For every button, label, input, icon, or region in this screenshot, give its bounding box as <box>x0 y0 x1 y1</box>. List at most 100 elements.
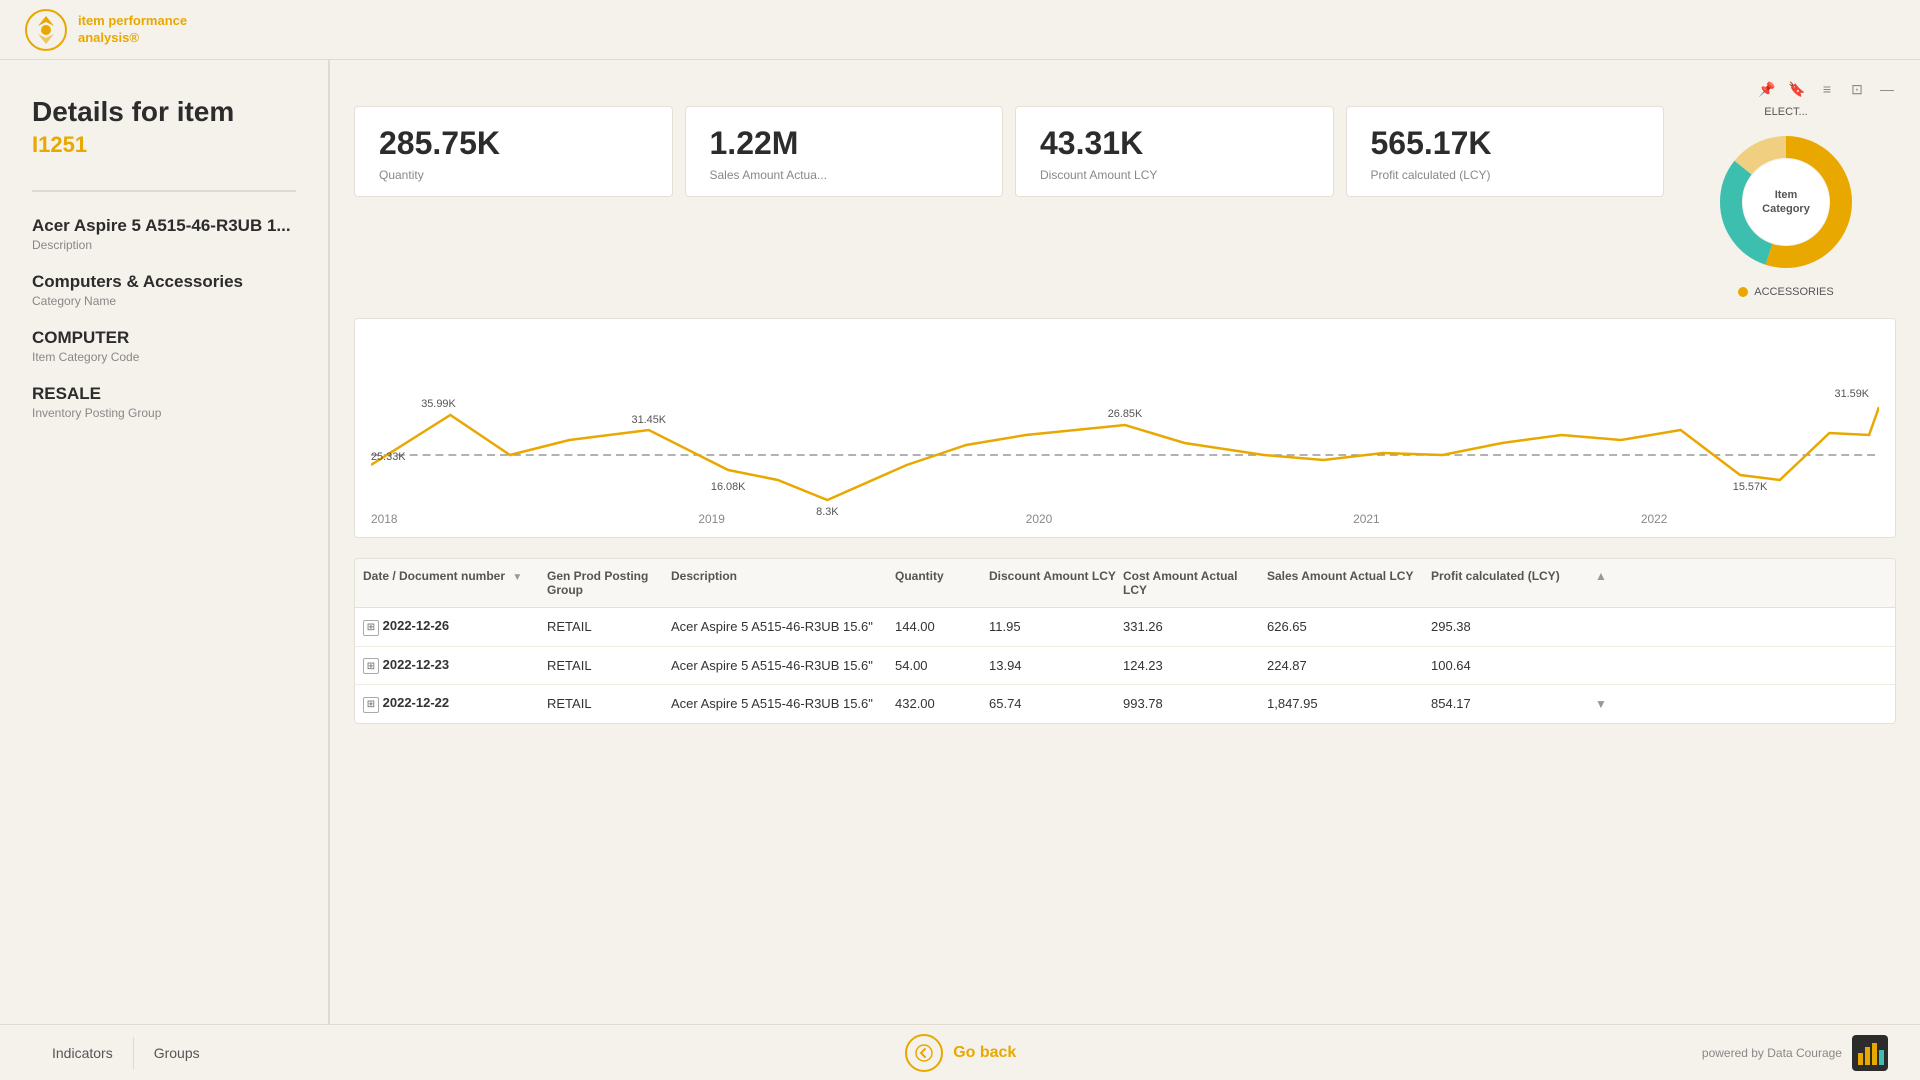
sidebar-description: Acer Aspire 5 A515-46-R3UB 1... Descript… <box>32 216 296 252</box>
line-chart-svg: 25.33K 35.99K 31.45K 16.08K 8.3K 26.85K … <box>371 335 1879 525</box>
cell-profit-3: 854.17 <box>1431 696 1591 711</box>
cell-qty-1: 144.00 <box>895 619 985 634</box>
kpi-sales-value: 1.22M <box>710 125 979 162</box>
cell-cost-2: 124.23 <box>1123 658 1263 673</box>
sidebar-category: Computers & Accessories Category Name <box>32 272 296 308</box>
cell-disc-3: 65.74 <box>989 696 1119 711</box>
category-code-value: COMPUTER <box>32 328 296 348</box>
row-expand-1[interactable]: ⊞ <box>363 620 379 636</box>
row-expand-2[interactable]: ⊞ <box>363 658 379 674</box>
go-back-label: Go back <box>953 1044 1016 1062</box>
kpi-sales-label: Sales Amount Actua... <box>710 168 979 182</box>
toolbar: 📌 🔖 ≡ ⊡ — <box>354 80 1896 98</box>
kpi-discount-label: Discount Amount LCY <box>1040 168 1309 182</box>
footer-nav: Indicators Groups <box>32 1037 220 1069</box>
line-chart-area: 25.33K 35.99K 31.45K 16.08K 8.3K 26.85K … <box>354 318 1896 538</box>
cell-cost-1: 331.26 <box>1123 619 1263 634</box>
svg-text:31.59K: 31.59K <box>1835 388 1870 400</box>
cell-scroll-3: ▼ <box>1595 696 1625 711</box>
sidebar-category-code: COMPUTER Item Category Code <box>32 328 296 364</box>
table-row: ⊞ 2022-12-23 RETAIL Acer Aspire 5 A515-4… <box>355 647 1895 686</box>
cell-profit-2: 100.64 <box>1431 658 1591 673</box>
svg-text:35.99K: 35.99K <box>421 398 456 410</box>
logo: item performance analysis® <box>24 8 187 52</box>
svg-text:8.3K: 8.3K <box>816 506 839 518</box>
cell-gen-1: RETAIL <box>547 619 667 634</box>
kpi-sales: 1.22M Sales Amount Actua... <box>685 106 1004 197</box>
logo-text: item performance analysis® <box>78 13 187 47</box>
svg-text:2022: 2022 <box>1641 512 1668 525</box>
description-value: Acer Aspire 5 A515-46-R3UB 1... <box>32 216 296 236</box>
category-value: Computers & Accessories <box>32 272 296 292</box>
svg-text:Item: Item <box>1775 189 1798 201</box>
sidebar: Details for item I1251 Acer Aspire 5 A51… <box>0 60 330 1024</box>
donut-label-bottom: ACCESSORIES <box>1754 286 1833 298</box>
category-label: Category Name <box>32 294 296 308</box>
footer: Indicators Groups Go back powered by Dat… <box>0 1024 1920 1080</box>
svg-text:31.45K: 31.45K <box>632 414 667 426</box>
svg-text:25.33K: 25.33K <box>371 451 406 463</box>
back-arrow-icon <box>915 1044 933 1062</box>
header: item performance analysis® <box>0 0 1920 60</box>
table-row: ⊞ 2022-12-26 RETAIL Acer Aspire 5 A515-4… <box>355 608 1895 647</box>
cell-disc-2: 13.94 <box>989 658 1119 673</box>
cell-sales-2: 224.87 <box>1267 658 1427 673</box>
category-code-label: Item Category Code <box>32 350 296 364</box>
go-back-button[interactable]: Go back <box>905 1034 1016 1072</box>
col-date: Date / Document number ▼ <box>363 569 543 597</box>
sidebar-title: Details for item <box>32 96 296 128</box>
powered-by: powered by Data Courage <box>1702 1035 1888 1071</box>
cell-date-1: ⊞ 2022-12-26 <box>363 618 543 636</box>
logo-registered: ® <box>129 30 139 45</box>
svg-text:2021: 2021 <box>1353 512 1380 525</box>
filter-icon[interactable]: ≡ <box>1818 80 1836 98</box>
powered-by-text: powered by Data Courage <box>1702 1046 1842 1060</box>
nav-indicators[interactable]: Indicators <box>32 1037 134 1069</box>
svg-text:2019: 2019 <box>698 512 725 525</box>
go-back-circle-icon <box>905 1034 943 1072</box>
col-description: Description <box>671 569 891 597</box>
donut-label-top: ELECT... <box>1764 106 1807 118</box>
pin-icon[interactable]: 📌 <box>1758 80 1776 98</box>
kpi-quantity: 285.75K Quantity <box>354 106 673 197</box>
col-sales: Sales Amount Actual LCY <box>1267 569 1427 597</box>
kpi-discount: 43.31K Discount Amount LCY <box>1015 106 1334 197</box>
data-table: Date / Document number ▼ Gen Prod Postin… <box>354 558 1896 724</box>
posting-group-label: Inventory Posting Group <box>32 406 296 420</box>
cell-sales-1: 626.65 <box>1267 619 1427 634</box>
kpi-profit: 565.17K Profit calculated (LCY) <box>1346 106 1665 197</box>
cell-sales-3: 1,847.95 <box>1267 696 1427 711</box>
svg-text:15.57K: 15.57K <box>1733 481 1768 493</box>
more-icon[interactable]: — <box>1878 80 1896 98</box>
cell-date-2: ⊞ 2022-12-23 <box>363 657 543 675</box>
expand-view-icon[interactable]: ⊡ <box>1848 80 1866 98</box>
sort-date-icon[interactable]: ▼ <box>512 572 522 583</box>
cell-date-3: ⊞ 2022-12-22 <box>363 695 543 713</box>
cell-qty-2: 54.00 <box>895 658 985 673</box>
col-gen-prod: Gen Prod Posting Group <box>547 569 667 597</box>
content-area: 📌 🔖 ≡ ⊡ — 285.75K Quantity 1.22M Sales A… <box>330 60 1920 1024</box>
table-row: ⊞ 2022-12-22 RETAIL Acer Aspire 5 A515-4… <box>355 685 1895 723</box>
donut-chart-container: ELECT... Item Category ACCESSORIE <box>1676 106 1896 298</box>
cell-gen-2: RETAIL <box>547 658 667 673</box>
cell-desc-2: Acer Aspire 5 A515-46-R3UB 15.6" <box>671 658 891 673</box>
cell-gen-3: RETAIL <box>547 696 667 711</box>
col-quantity: Quantity <box>895 569 985 597</box>
svg-text:2020: 2020 <box>1026 512 1053 525</box>
svg-text:Category: Category <box>1762 203 1811 215</box>
kpi-quantity-value: 285.75K <box>379 125 648 162</box>
col-profit: Profit calculated (LCY) <box>1431 569 1591 597</box>
kpi-discount-value: 43.31K <box>1040 125 1309 162</box>
main-layout: Details for item I1251 Acer Aspire 5 A51… <box>0 60 1920 1024</box>
bookmark-icon[interactable]: 🔖 <box>1788 80 1806 98</box>
svg-text:16.08K: 16.08K <box>711 481 746 493</box>
col-scroll: ▲ <box>1595 569 1625 597</box>
item-id: I1251 <box>32 132 296 158</box>
svg-text:26.85K: 26.85K <box>1108 408 1143 420</box>
table-header: Date / Document number ▼ Gen Prod Postin… <box>355 559 1895 608</box>
svg-text:2018: 2018 <box>371 512 398 525</box>
sidebar-divider <box>32 190 296 192</box>
col-discount: Discount Amount LCY <box>989 569 1119 597</box>
row-expand-3[interactable]: ⊞ <box>363 697 379 713</box>
nav-groups[interactable]: Groups <box>134 1037 220 1069</box>
